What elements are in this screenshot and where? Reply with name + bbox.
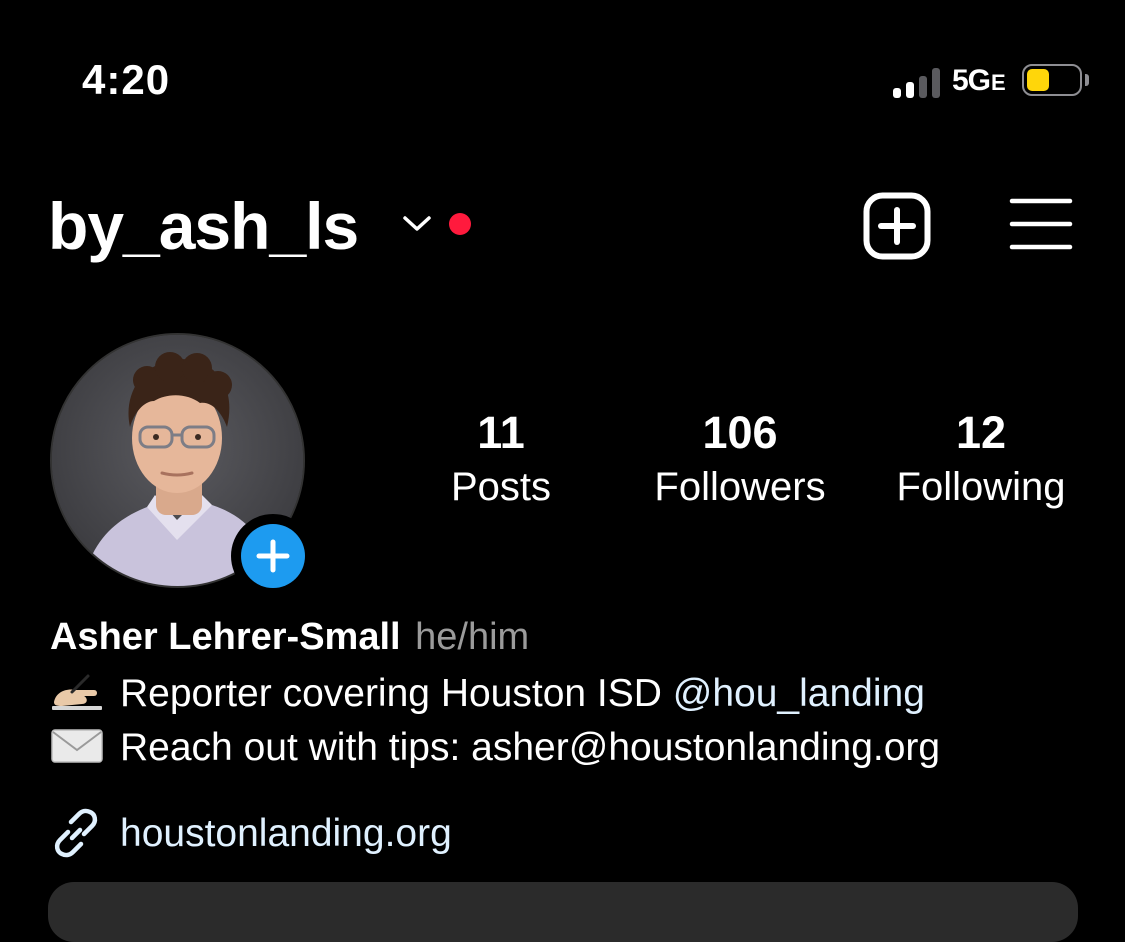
edit-profile-button[interactable] — [48, 882, 1078, 942]
create-post-button[interactable] — [863, 192, 931, 260]
profile-username[interactable]: by_ash_ls — [48, 188, 359, 264]
followers-label: Followers — [654, 465, 826, 509]
network-label: 5G — [952, 64, 991, 97]
stat-posts[interactable]: 11 Posts — [430, 405, 572, 513]
profile-name-line: Asher Lehrer-Small he/him — [50, 616, 529, 659]
network-type: 5GE — [952, 64, 1006, 98]
bio-line-2: Reach out with tips: asher@houstonlandin… — [50, 726, 940, 770]
link-icon — [54, 808, 98, 858]
followers-count: 106 — [702, 407, 778, 458]
battery-icon — [1022, 64, 1082, 96]
bio-line-1-text: Reporter covering Houston ISD — [120, 672, 673, 715]
bio-line-1: Reporter covering Houston ISD @hou_landi… — [50, 672, 925, 716]
network-suffix: E — [991, 70, 1006, 95]
envelope-icon — [51, 729, 103, 763]
stat-following[interactable]: 12 Following — [882, 405, 1080, 513]
posts-label: Posts — [450, 465, 552, 509]
pronouns: he/him — [415, 616, 530, 658]
posts-count: 11 — [477, 407, 525, 458]
chevron-down-icon[interactable] — [400, 210, 434, 236]
battery-level — [1027, 69, 1049, 91]
mention-link[interactable]: @hou_landing — [673, 672, 925, 715]
writing-hand-icon — [52, 674, 102, 710]
following-label: Following — [896, 465, 1066, 509]
add-story-button[interactable] — [231, 514, 315, 598]
following-count: 12 — [955, 407, 1007, 458]
status-time: 4:20 — [82, 56, 171, 103]
profile-link[interactable]: houstonlanding.org — [50, 808, 452, 858]
plus-icon — [241, 524, 305, 588]
cellular-signal-icon — [893, 68, 943, 98]
display-name: Asher Lehrer-Small — [50, 616, 401, 658]
battery-cap — [1085, 74, 1089, 86]
notification-dot — [449, 213, 471, 235]
bio-line-2-text: Reach out with tips: asher@houstonlandin… — [120, 726, 941, 769]
link-text: houstonlanding.org — [120, 812, 452, 855]
hamburger-menu-icon[interactable] — [1009, 197, 1073, 251]
stat-followers[interactable]: 106 Followers — [640, 405, 840, 513]
